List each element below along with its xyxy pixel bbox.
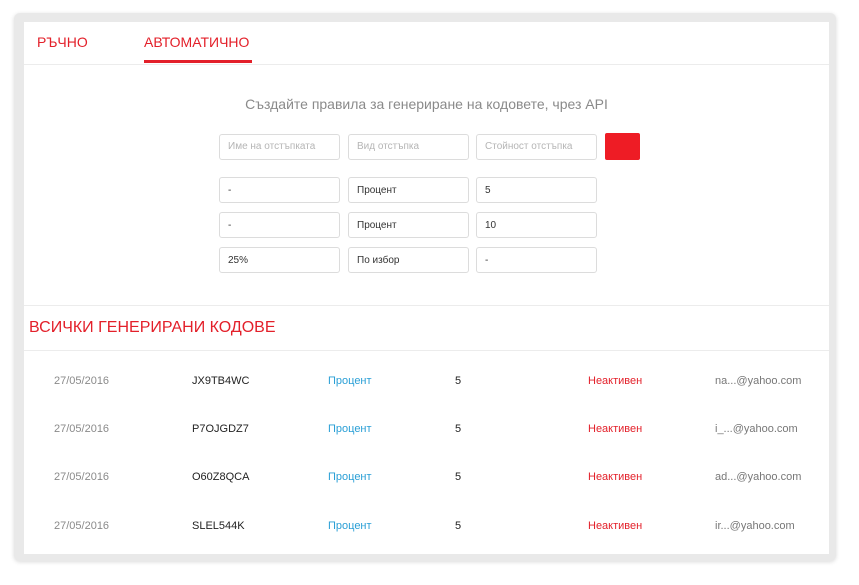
rule-type-field[interactable]: Процент [348, 212, 469, 238]
generated-codes-heading: ВСИЧКИ ГЕНЕРИРАНИ КОДОВЕ [29, 319, 276, 336]
code-type-link[interactable]: Процент [328, 373, 372, 389]
rule-value-field[interactable]: 10 [476, 212, 597, 238]
code-discount: 5 [455, 375, 462, 387]
code-email: na...@yahoo.com [715, 375, 802, 387]
rule-type-field[interactable]: Процент [348, 177, 469, 203]
code-value: P7OJGDZ7 [192, 423, 249, 435]
tab-manual[interactable]: РЪЧНО [37, 34, 88, 50]
table-row: 27/05/2016 O60Z8QCA Процент 5 Неактивен … [24, 469, 829, 489]
rule-name-field[interactable]: - [219, 177, 340, 203]
code-type-link[interactable]: Процент [328, 421, 372, 437]
code-type-link[interactable]: Процент [328, 469, 372, 485]
add-rule-button[interactable] [605, 133, 640, 160]
code-status: Неактивен [588, 520, 643, 532]
discount-codes-panel: РЪЧНО АВТОМАТИЧНО Създайте правила за ге… [24, 22, 829, 554]
rule-value-field[interactable]: - [476, 247, 597, 273]
code-email: ir...@yahoo.com [715, 520, 795, 532]
tab-bar: РЪЧНО АВТОМАТИЧНО [24, 22, 829, 65]
code-status: Неактивен [588, 423, 643, 435]
table-row: 27/05/2016 JX9TB4WC Процент 5 Неактивен … [24, 373, 829, 393]
table-row: 27/05/2016 P7OJGDZ7 Процент 5 Неактивен … [24, 421, 829, 441]
code-date: 27/05/2016 [54, 375, 110, 387]
discount-name-input[interactable] [219, 134, 340, 160]
code-email: ad...@yahoo.com [715, 471, 802, 483]
code-status: Неактивен [588, 471, 643, 483]
rule-value-field[interactable]: 5 [476, 177, 597, 203]
code-date: 27/05/2016 [54, 520, 110, 532]
code-value: O60Z8QCA [192, 471, 250, 483]
discount-value-input[interactable] [476, 134, 597, 160]
rules-heading: Създайте правила за генериране на кодове… [245, 96, 608, 112]
code-email: i_...@yahoo.com [715, 423, 798, 435]
section-divider [24, 305, 829, 306]
code-discount: 5 [455, 471, 462, 483]
rule-name-field[interactable]: 25% [219, 247, 340, 273]
code-type-link[interactable]: Процент [328, 518, 372, 534]
table-row: 27/05/2016 SLEL544K Процент 5 Неактивен … [24, 518, 829, 538]
code-discount: 5 [455, 423, 462, 435]
code-date: 27/05/2016 [54, 471, 110, 483]
code-date: 27/05/2016 [54, 423, 110, 435]
rule-name-field[interactable]: - [219, 212, 340, 238]
code-discount: 5 [455, 520, 462, 532]
active-tab-indicator [144, 60, 252, 63]
section-divider [24, 350, 829, 351]
code-value: SLEL544K [192, 520, 245, 532]
code-value: JX9TB4WC [192, 375, 250, 387]
code-status: Неактивен [588, 375, 643, 387]
discount-type-input[interactable] [348, 134, 469, 160]
rule-type-field[interactable]: По избор [348, 247, 469, 273]
tab-automatic[interactable]: АВТОМАТИЧНО [144, 34, 249, 50]
